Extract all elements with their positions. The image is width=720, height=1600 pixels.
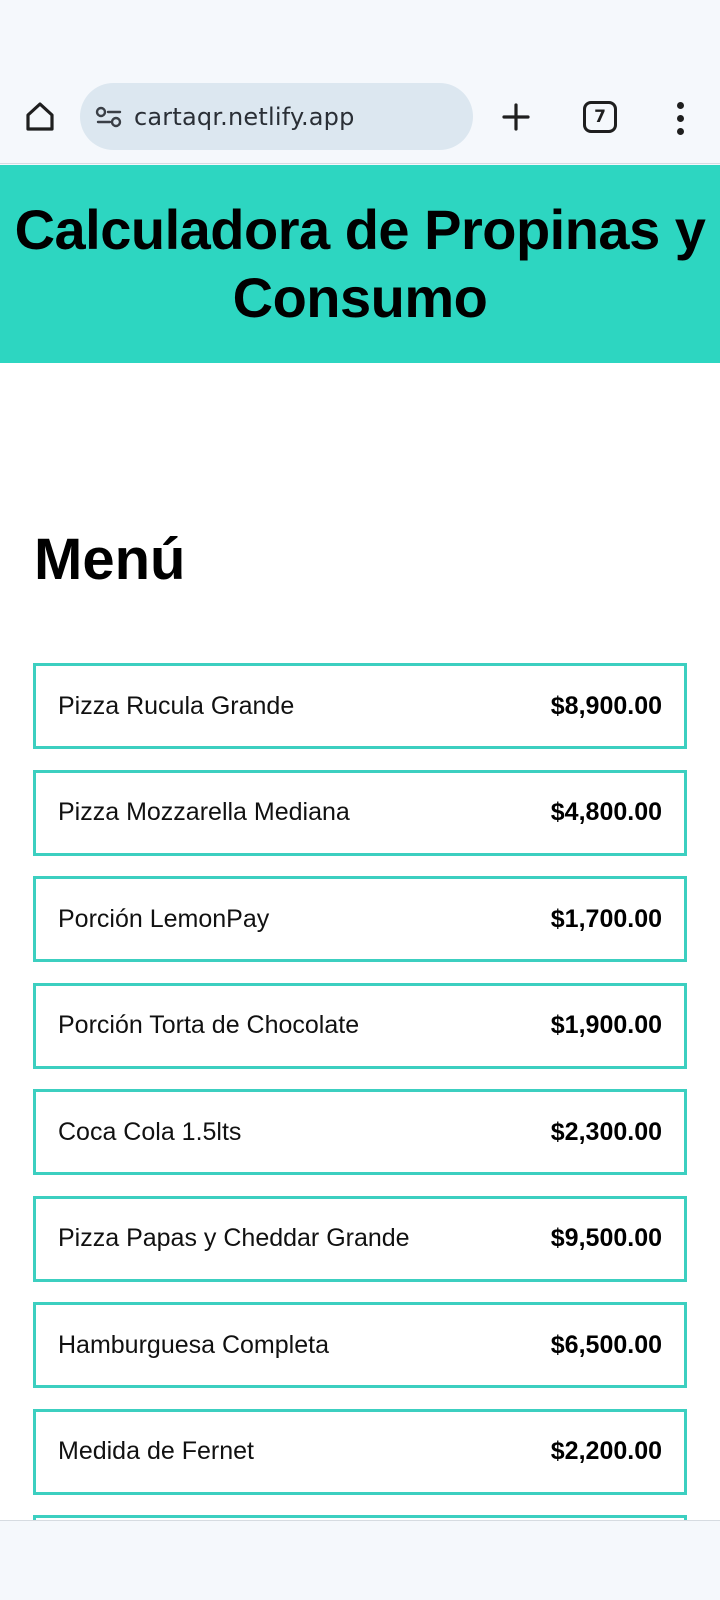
site-info-icon <box>95 106 122 127</box>
bottom-bar <box>0 1520 720 1600</box>
menu-item[interactable]: Pizza Rucula Grande $8,900.00 <box>33 663 687 749</box>
item-price: $4,800.00 <box>550 798 662 826</box>
menu-item[interactable]: Medida de Fernet $2,200.00 <box>33 1408 687 1495</box>
item-name: Pizza Papas y Cheddar Grande <box>58 1224 410 1252</box>
item-price: $1,700.00 <box>550 904 662 933</box>
item-name: Porción Torta de Chocolate <box>58 1011 360 1039</box>
menu-item[interactable]: Porción LemonPay $1,700.00 <box>33 876 687 962</box>
url-text: cartaqr.netlify.app <box>134 102 355 131</box>
menu-item[interactable]: Pizza Mozzarella Mediana $4,800.00 <box>33 769 687 856</box>
new-tab-button[interactable] <box>494 95 538 139</box>
plus-icon <box>502 103 530 131</box>
item-name: Pizza Mozzarella Mediana <box>58 798 350 826</box>
menu-item[interactable]: Hamburguesa Completa $6,500.00 <box>33 1302 687 1388</box>
browser-toolbar: cartaqr.netlify.app 7 <box>0 0 720 164</box>
item-name: Porción LemonPay <box>58 904 270 933</box>
page-header: Calculadora de Propinas y Consumo <box>0 165 720 363</box>
menu-heading: Menú <box>34 527 186 592</box>
site-info-button[interactable] <box>94 102 124 132</box>
menu-item[interactable]: Porción Torta de Chocolate $1,900.00 <box>33 982 687 1069</box>
more-options-button[interactable] <box>660 96 700 140</box>
menu-item[interactable]: Pizza Papas y Cheddar Grande $9,500.00 <box>33 1195 687 1282</box>
item-price: $2,300.00 <box>550 1117 662 1146</box>
item-price: $6,500.00 <box>550 1330 662 1359</box>
item-price: $1,900.00 <box>550 1011 662 1039</box>
item-name: Medida de Fernet <box>58 1437 254 1465</box>
address-bar[interactable]: cartaqr.netlify.app <box>80 83 473 150</box>
item-price: $9,500.00 <box>550 1224 662 1252</box>
web-page: Calculadora de Propinas y Consumo Menú P… <box>0 165 720 1520</box>
home-icon <box>26 102 54 131</box>
tab-switcher-button[interactable]: 7 <box>583 101 617 133</box>
item-price: $8,900.00 <box>550 691 662 720</box>
menu-list: Pizza Rucula Grande $8,900.00 Pizza Mozz… <box>33 663 687 1520</box>
item-price: $2,200.00 <box>550 1437 662 1465</box>
home-button[interactable] <box>18 94 62 138</box>
more-vert-icon <box>676 101 684 109</box>
menu-item[interactable]: Coca Cola 1.5lts $2,300.00 <box>33 1089 687 1175</box>
tab-count: 7 <box>594 107 606 127</box>
page-title: Calculadora de Propinas y Consumo <box>14 198 706 329</box>
item-name: Coca Cola 1.5lts <box>58 1117 242 1146</box>
item-name: Pizza Rucula Grande <box>58 691 295 720</box>
item-name: Hamburguesa Completa <box>58 1330 329 1359</box>
